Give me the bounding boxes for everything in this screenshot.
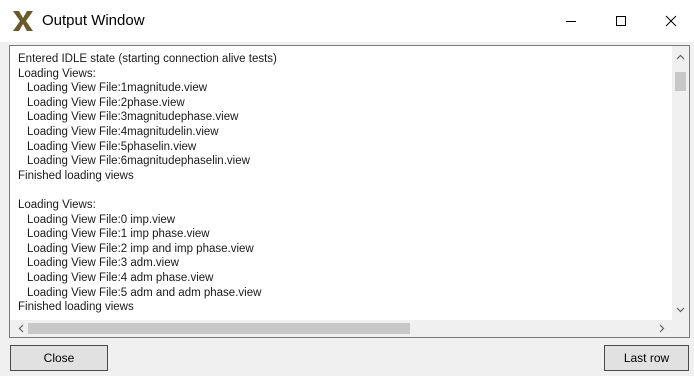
output-line: Loading View File:4magnitudelin.view	[27, 125, 219, 138]
chevron-down-icon	[676, 307, 685, 312]
scroll-up-button[interactable]	[672, 48, 689, 65]
title-bar: Output Window	[0, 0, 694, 42]
output-line: Loading View File:2phase.view	[27, 96, 185, 109]
output-line: Loading View File:4 adm phase.view	[27, 271, 214, 284]
chevron-up-icon	[676, 54, 685, 59]
last-row-button[interactable]: Last row	[604, 345, 689, 371]
output-line: Loading View File:1magnitude.view	[27, 82, 208, 95]
output-line: Loading View File:6magnitudephaselin.vie…	[27, 155, 250, 168]
minimize-button[interactable]	[548, 0, 594, 42]
close-icon	[665, 15, 677, 27]
output-text-area[interactable]: Entered IDLE state (starting connection …	[9, 45, 690, 338]
output-line: Loading View File:5phaselin.view	[27, 140, 197, 153]
output-line: Loading View File:5 adm and adm phase.vi…	[27, 286, 262, 299]
minimize-icon	[566, 21, 576, 22]
output-line: Loading Views:	[18, 67, 96, 80]
scroll-down-button[interactable]	[672, 301, 689, 318]
x-logo-icon	[13, 11, 33, 31]
output-line: Finished loading views	[18, 169, 134, 182]
chevron-left-icon	[18, 324, 23, 333]
scroll-right-button[interactable]	[653, 320, 670, 337]
output-lines: Entered IDLE state (starting connection …	[18, 52, 668, 315]
vertical-scroll-thumb[interactable]	[675, 72, 686, 91]
scrollbar-corner	[672, 320, 689, 337]
output-line: Entered IDLE state (starting connection …	[18, 53, 277, 65]
vertical-scrollbar[interactable]	[672, 46, 689, 320]
output-line: Loading View File:1 imp phase.view	[27, 228, 210, 241]
chevron-right-icon	[659, 324, 664, 333]
output-line: Loading View File:3magnitudephase.view	[27, 111, 239, 124]
output-line: Loading Views:	[18, 198, 96, 211]
scroll-left-button[interactable]	[12, 320, 29, 337]
maximize-button[interactable]	[598, 0, 644, 42]
output-line: Loading View File:0 imp.view	[27, 213, 176, 226]
maximize-icon	[616, 16, 626, 26]
horizontal-scroll-thumb[interactable]	[28, 323, 410, 334]
horizontal-scrollbar[interactable]	[10, 320, 672, 337]
output-line: Loading View File:3 adm.view	[27, 257, 179, 270]
close-window-button[interactable]	[648, 0, 694, 42]
output-line: Loading View File:2 imp and imp phase.vi…	[27, 242, 254, 255]
close-button[interactable]: Close	[10, 345, 108, 371]
output-line: Finished loading views	[18, 301, 134, 314]
window-title: Output Window	[42, 12, 145, 29]
